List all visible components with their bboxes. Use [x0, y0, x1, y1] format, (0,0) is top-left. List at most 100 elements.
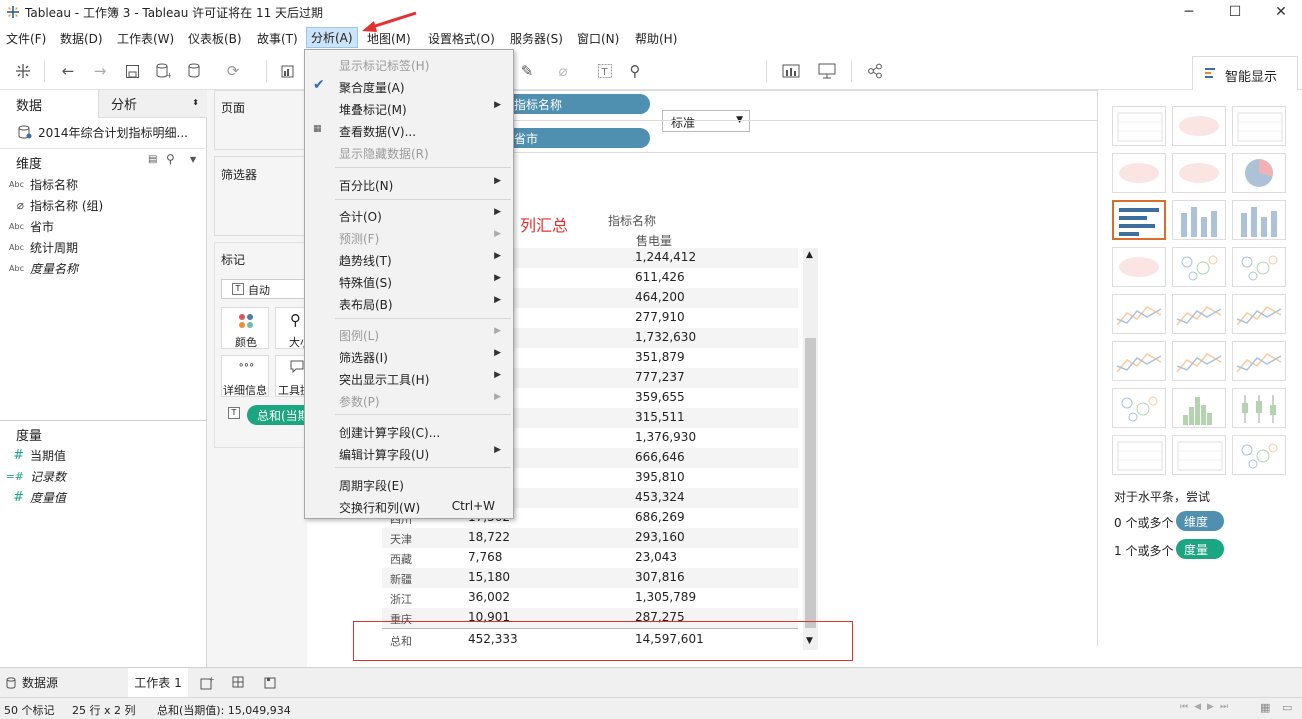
area-continuous-thumb[interactable]	[1112, 341, 1166, 381]
search-icon[interactable]: ⚲	[166, 152, 175, 166]
tab-data[interactable]: 数据	[0, 90, 98, 118]
menu-item-swap-rows-columns[interactable]: 交换行和列(W) Ctrl+W	[305, 495, 513, 517]
refresh-icon[interactable]: ⟳	[222, 60, 244, 82]
menu-item-view-data[interactable]: ▦ 查看数据(V)...	[305, 119, 513, 141]
save-icon[interactable]	[121, 60, 143, 82]
redo-icon[interactable]: →	[89, 60, 111, 82]
tab-analysis[interactable]: 分析 ⬍	[98, 90, 207, 118]
undo-icon[interactable]: ←	[57, 60, 79, 82]
area-discrete-thumb[interactable]	[1172, 341, 1226, 381]
dimension-field[interactable]: ⌀ 指标名称 (组)	[0, 195, 103, 215]
new-sheet-icon[interactable]	[277, 60, 299, 82]
menu-analysis[interactable]: 分析(A)	[306, 27, 358, 48]
new-story-icon[interactable]	[260, 672, 282, 694]
dual-lines-thumb[interactable]	[1232, 294, 1286, 334]
menu-server[interactable]: 服务器(S)	[510, 30, 563, 47]
menu-item-cycle-fields[interactable]: 周期字段(E)	[305, 473, 513, 495]
scroll-up-icon[interactable]: ▲	[806, 250, 813, 260]
highlight-table-thumb[interactable]	[1232, 106, 1286, 146]
histogram-thumb[interactable]	[1172, 388, 1226, 428]
sheet-tab-active[interactable]: 工作表 1	[128, 668, 188, 697]
mark-type-select[interactable]: T 自动	[221, 279, 311, 299]
heat-map-thumb[interactable]	[1172, 106, 1226, 146]
menu-item-parameters[interactable]: 参数(P) ▶	[305, 389, 513, 411]
side-by-side-bars-thumb[interactable]	[1232, 200, 1286, 240]
close-button[interactable]: ✕	[1258, 0, 1302, 24]
columns-pill[interactable]: 指标名称	[500, 94, 650, 114]
maximize-button[interactable]: ☐	[1212, 0, 1258, 24]
fit-select[interactable]: 标准 ▼	[662, 110, 750, 132]
datasource-tab[interactable]: 数据源	[0, 668, 118, 697]
line-continuous-thumb[interactable]	[1112, 294, 1166, 334]
measure-field[interactable]: # 当期值	[0, 445, 66, 465]
share-icon[interactable]	[864, 60, 886, 82]
attach-icon[interactable]: ⌀	[552, 60, 574, 82]
menu-item-trend-lines[interactable]: 趋势线(T) ▶	[305, 248, 513, 270]
packed-bubbles-thumb[interactable]	[1232, 435, 1286, 475]
menu-item-special-values[interactable]: 特殊值(S) ▶	[305, 270, 513, 292]
measure-field[interactable]: =# 记录数	[0, 466, 66, 486]
bullet-graph-thumb[interactable]	[1172, 435, 1226, 475]
measure-field[interactable]: # 度量值	[0, 487, 66, 507]
presentation-mode-icon[interactable]	[816, 60, 838, 82]
dimension-field[interactable]: Abc 省市	[0, 216, 54, 236]
menu-item-legends[interactable]: 图例(L) ▶	[305, 323, 513, 345]
dimension-field[interactable]: Abc 度量名称	[0, 258, 78, 278]
table-row[interactable]: 浙江 36,002 1,305,789	[382, 588, 798, 608]
pages-card[interactable]: 页面	[214, 90, 307, 150]
sheet-navigation-icon[interactable]: ⏮◀▶⏭	[1180, 702, 1234, 712]
menu-worksheet[interactable]: 工作表(W)	[117, 30, 174, 47]
detail-button[interactable]: ∘∘∘ 详细信息	[221, 355, 269, 397]
pin-icon[interactable]: ⚲	[624, 60, 646, 82]
pie-chart-thumb[interactable]	[1232, 153, 1286, 193]
label-icon[interactable]: T	[594, 60, 616, 82]
table-row[interactable]: 西藏 7,768 23,043	[382, 548, 798, 568]
scroll-thumb[interactable]	[805, 338, 816, 628]
show-me-tab[interactable]: 智能显示	[1192, 56, 1298, 90]
filled-map-thumb[interactable]	[1172, 153, 1226, 193]
dimension-field[interactable]: Abc 统计周期	[0, 237, 78, 257]
box-whisker-thumb[interactable]	[1232, 388, 1286, 428]
menu-item-table-layout[interactable]: 表布局(B) ▶	[305, 292, 513, 314]
menu-item-show-mark-labels[interactable]: 显示标记标签(H)	[305, 53, 513, 75]
menu-item-highlighters[interactable]: 突出显示工具(H) ▶	[305, 367, 513, 389]
datasource-item[interactable]: 2014年综合计划指标明细...	[18, 122, 188, 142]
treemap-thumb[interactable]	[1112, 247, 1166, 287]
menu-item-filters[interactable]: 筛选器(I) ▶	[305, 345, 513, 367]
highlight-icon[interactable]: ✎	[516, 60, 538, 82]
menu-item-aggregate-measures[interactable]: ✔ 聚合度量(A)	[305, 75, 513, 97]
color-button[interactable]: 颜色	[221, 307, 269, 349]
filters-card[interactable]: 筛选器	[214, 156, 307, 236]
menu-window[interactable]: 窗口(N)	[577, 30, 619, 47]
tableau-home-icon[interactable]	[12, 60, 34, 82]
text-table-thumb[interactable]	[1112, 106, 1166, 146]
minimize-button[interactable]: ─	[1166, 0, 1212, 24]
pause-datasource-icon[interactable]	[184, 60, 206, 82]
new-datasource-icon[interactable]: +	[152, 60, 174, 82]
new-dashboard-icon[interactable]	[228, 672, 250, 694]
chevron-down-icon[interactable]: ▼	[190, 155, 196, 164]
menu-item-edit-calculated-field[interactable]: 编辑计算字段(U) ▶	[305, 442, 513, 464]
menu-item-show-hidden-data[interactable]: 显示隐藏数据(R)	[305, 141, 513, 163]
vertical-scrollbar[interactable]: ▲ ▼	[803, 248, 818, 650]
rows-pill[interactable]: 省市	[500, 128, 650, 148]
filmstrip-icon[interactable]: ▭	[1282, 701, 1292, 714]
menu-dashboard[interactable]: 仪表板(B)	[188, 30, 242, 47]
menu-item-totals[interactable]: 合计(O) ▶	[305, 204, 513, 226]
menu-story[interactable]: 故事(T)	[257, 30, 298, 47]
horizontal-bars-thumb[interactable]	[1112, 200, 1166, 240]
side-by-side-circles-thumb[interactable]	[1232, 247, 1286, 287]
symbol-map-thumb[interactable]	[1112, 153, 1166, 193]
circle-view-thumb[interactable]	[1172, 247, 1226, 287]
show-cards-icon[interactable]	[780, 60, 802, 82]
menu-item-create-calculated-field[interactable]: 创建计算字段(C)...	[305, 420, 513, 442]
table-row[interactable]: 天津 18,722 293,160	[382, 528, 798, 548]
list-view-icon[interactable]: ▤	[148, 154, 157, 165]
menu-item-percentage[interactable]: 百分比(N) ▶	[305, 173, 513, 195]
menu-item-stack-marks[interactable]: 堆叠标记(M) ▶	[305, 97, 513, 119]
stacked-bars-thumb[interactable]	[1172, 200, 1226, 240]
sheet-sorter-icon[interactable]: ▦	[1260, 701, 1270, 714]
menu-format[interactable]: 设置格式(O)	[428, 30, 495, 47]
menu-item-forecast[interactable]: 预测(F) ▶	[305, 226, 513, 248]
scatter-plot-thumb[interactable]	[1112, 388, 1166, 428]
